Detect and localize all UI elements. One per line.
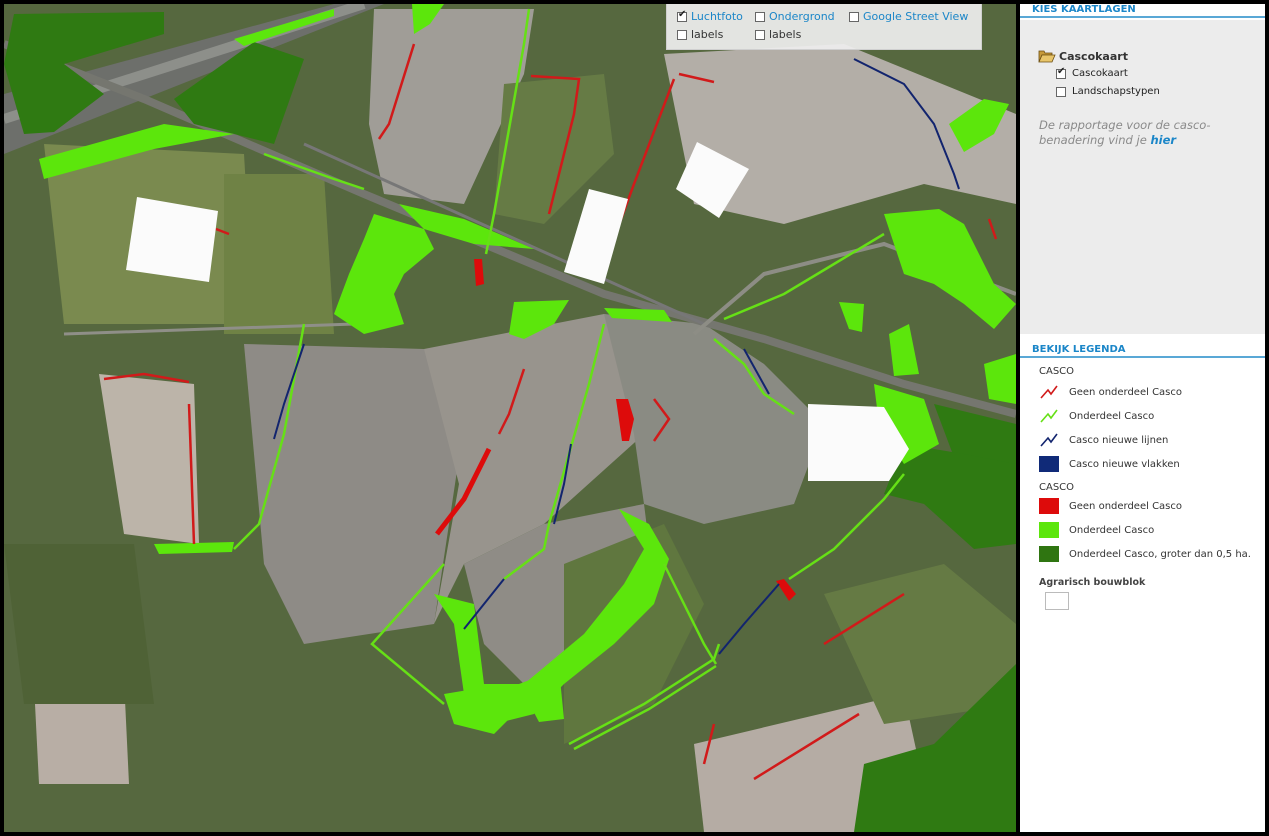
legend-label: Casco nieuwe vlakken xyxy=(1069,458,1180,470)
folder-open-icon xyxy=(1038,50,1056,63)
luchtfoto-toggle[interactable]: Luchtfoto xyxy=(677,9,743,23)
legend-panel: CASCO Geen onderdeel Casco Onderdeel Cas… xyxy=(1020,360,1265,832)
bouwblok-swatch xyxy=(1045,592,1069,610)
landschapstypen-option[interactable]: Landschapstypen xyxy=(1056,86,1160,97)
green-area-swatch xyxy=(1039,522,1059,538)
streetview-label: Google Street View xyxy=(863,10,969,23)
aerial-map[interactable] xyxy=(4,4,1016,832)
ondergrond-checkbox[interactable] xyxy=(755,11,765,22)
map-layer-switcher: Luchtfoto labels Ondergrond labels Googl… xyxy=(666,4,982,50)
legend-bouwblok-title: Agrarisch bouwblok xyxy=(1039,577,1146,588)
legend-row-onderdeel-casco-area: Onderdeel Casco xyxy=(1039,522,1154,538)
cascokaart-option-label: Cascokaart xyxy=(1072,68,1128,79)
labels-toggle-1[interactable]: labels xyxy=(677,28,723,41)
app-frame: Luchtfoto labels Ondergrond labels Googl… xyxy=(0,0,1269,836)
legend-label: Geen onderdeel Casco xyxy=(1069,500,1183,512)
report-text-body: De rapportage voor de casco-benadering v… xyxy=(1039,118,1211,147)
layers-panel-header[interactable]: KIES KAARTLAGEN xyxy=(1020,4,1265,18)
legend-row-geen-casco-area: Geen onderdeel Casco xyxy=(1039,498,1182,514)
cascokaart-checkbox[interactable] xyxy=(1056,66,1066,79)
map-view[interactable]: Luchtfoto labels Ondergrond labels Googl… xyxy=(4,4,1016,832)
ondergrond-toggle[interactable]: Ondergrond xyxy=(755,10,835,23)
legend-lines-title: CASCO xyxy=(1039,366,1075,377)
labels-checkbox-1[interactable] xyxy=(677,29,687,40)
red-line-swatch xyxy=(1040,385,1058,399)
legend-row-nieuwe-vlakken: Casco nieuwe vlakken xyxy=(1039,456,1180,472)
landschapstypen-checkbox[interactable] xyxy=(1056,86,1066,97)
green-line-swatch xyxy=(1040,409,1058,423)
labels-label-1: labels xyxy=(691,28,724,41)
legend-row-onderdeel-casco-large: Onderdeel Casco, groter dan 0,5 ha. xyxy=(1039,546,1251,562)
dark-green-area-swatch xyxy=(1039,546,1059,562)
legend-row-onderdeel-casco-line: Onderdeel Casco xyxy=(1039,408,1154,424)
legend-areas-title: CASCO xyxy=(1039,482,1075,493)
landschapstypen-option-label: Landschapstypen xyxy=(1072,86,1160,97)
labels-label-2: labels xyxy=(769,28,802,41)
legend-label: Onderdeel Casco xyxy=(1069,524,1155,536)
layers-panel: Cascokaart Cascokaart Landschapstypen De… xyxy=(1020,20,1265,334)
red-area-swatch xyxy=(1039,498,1059,514)
blue-area-swatch xyxy=(1039,456,1059,472)
legend-label: Casco nieuwe lijnen xyxy=(1069,434,1169,446)
cascokaart-group-title: Cascokaart xyxy=(1059,49,1128,63)
legend-panel-header[interactable]: BEKIJK LEGENDA xyxy=(1020,344,1265,358)
luchtfoto-label: Luchtfoto xyxy=(691,10,743,23)
legend-label: Geen onderdeel Casco xyxy=(1069,386,1183,398)
labels-checkbox-2[interactable] xyxy=(755,29,765,40)
report-text: De rapportage voor de casco-benadering v… xyxy=(1039,118,1254,148)
labels-toggle-2[interactable]: labels xyxy=(755,28,801,41)
sidebar: KIES KAARTLAGEN Cascokaart Cascokaart La… xyxy=(1020,4,1265,832)
legend-row-geen-casco-line: Geen onderdeel Casco xyxy=(1039,384,1182,400)
report-link[interactable]: hier xyxy=(1150,133,1176,147)
legend-row-nieuwe-lijnen: Casco nieuwe lijnen xyxy=(1039,432,1168,448)
luchtfoto-checkbox[interactable] xyxy=(677,9,687,22)
cascokaart-option[interactable]: Cascokaart xyxy=(1056,66,1128,79)
streetview-checkbox[interactable] xyxy=(849,11,859,22)
legend-label: Onderdeel Casco, groter dan 0,5 ha. xyxy=(1069,548,1251,560)
legend-label: Onderdeel Casco xyxy=(1069,410,1155,422)
cascokaart-group[interactable]: Cascokaart xyxy=(1038,48,1128,64)
ondergrond-label: Ondergrond xyxy=(769,10,835,23)
blue-line-swatch xyxy=(1040,433,1058,447)
streetview-toggle[interactable]: Google Street View xyxy=(849,10,968,23)
